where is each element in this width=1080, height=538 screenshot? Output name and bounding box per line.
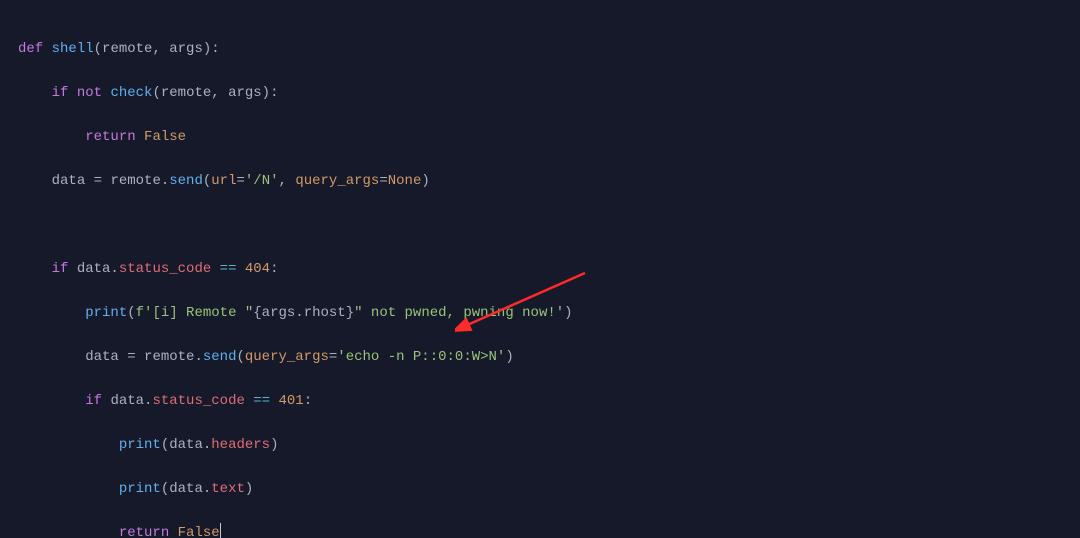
- attr-text: text: [211, 481, 245, 497]
- code-line: if data.status_code == 401:: [18, 390, 1080, 412]
- attr-headers: headers: [211, 437, 270, 453]
- code-line: print(f'[i] Remote "{args.rhost}" not pw…: [18, 302, 1080, 324]
- code-line: data = remote.send(url='/N', query_args=…: [18, 170, 1080, 192]
- code-line: return False: [18, 126, 1080, 148]
- keyword-return: return: [85, 129, 135, 145]
- code-line: data = remote.send(query_args='echo -n P…: [18, 346, 1080, 368]
- params: (remote, args):: [94, 41, 220, 57]
- function-call: check: [110, 85, 152, 101]
- fstring-interp: {args.rhost}: [253, 305, 354, 321]
- function-name: shell: [52, 41, 94, 57]
- code-editor[interactable]: def shell(remote, args): if not check(re…: [0, 0, 1080, 538]
- string: '/N': [245, 173, 279, 189]
- code-line: if not check(remote, args):: [18, 82, 1080, 104]
- attr-status-code: status_code: [119, 261, 211, 277]
- method-send: send: [169, 173, 203, 189]
- literal-number: 404: [245, 261, 270, 277]
- literal-false: False: [144, 129, 186, 145]
- code-line: return False: [18, 522, 1080, 538]
- builtin-print: print: [85, 305, 127, 321]
- keyword-if: if: [52, 85, 69, 101]
- code-line: print(data.headers): [18, 434, 1080, 456]
- args: (remote, args):: [152, 85, 278, 101]
- keyword-not: not: [77, 85, 102, 101]
- literal-none: None: [388, 173, 422, 189]
- kwarg-url: url: [211, 173, 236, 189]
- text-cursor: [220, 523, 221, 538]
- code-line: def shell(remote, args):: [18, 38, 1080, 60]
- kwarg-query-args: query_args: [295, 173, 379, 189]
- variable: data: [52, 173, 86, 189]
- blank-line: [18, 214, 1080, 236]
- code-line: print(data.text): [18, 478, 1080, 500]
- keyword-def: def: [18, 41, 43, 57]
- code-line: if data.status_code == 404:: [18, 258, 1080, 280]
